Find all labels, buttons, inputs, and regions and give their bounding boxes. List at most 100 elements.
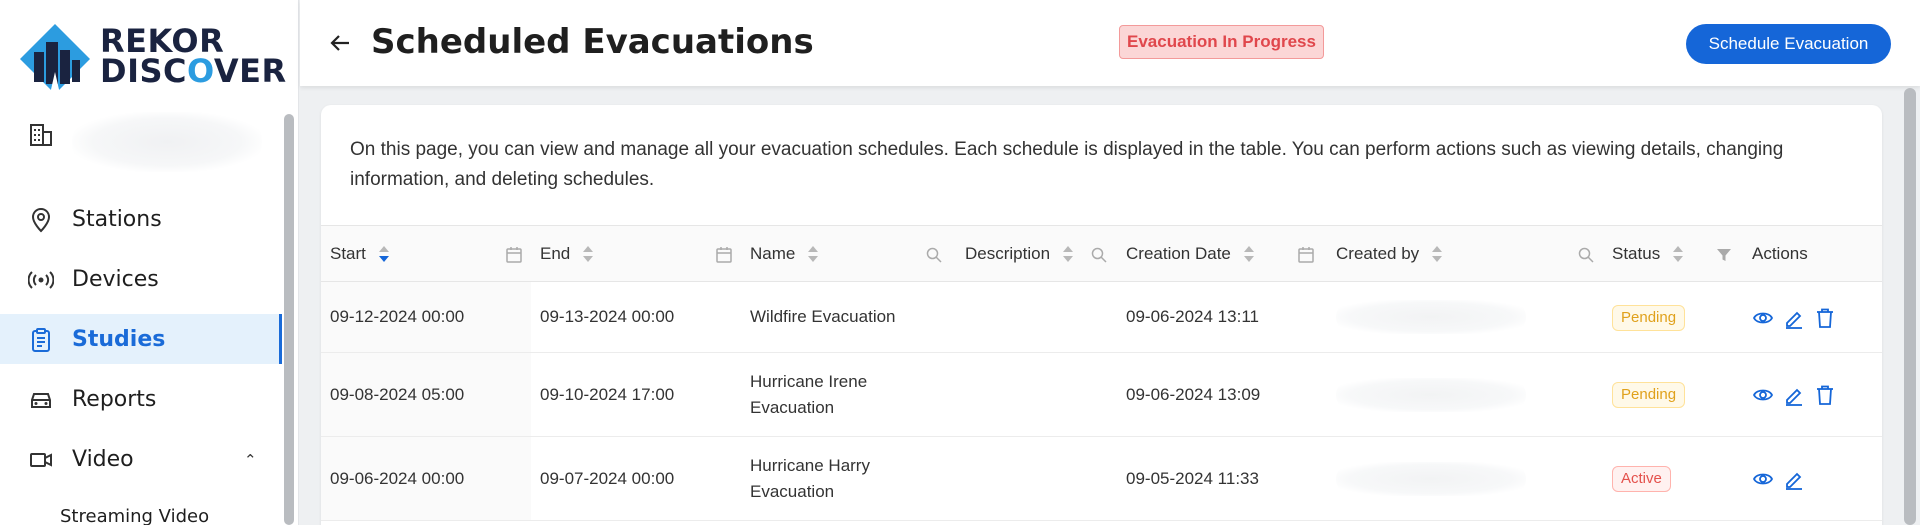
cell-name: Hurricane Harry Evacuation — [741, 436, 956, 521]
cell-status: Active — [1603, 436, 1743, 521]
brand-line-2: DISCOVER — [100, 55, 287, 87]
brand-logo[interactable]: REKOR DISCOVER — [18, 22, 288, 94]
column-label: Name — [750, 243, 796, 263]
created-by-redacted — [1336, 461, 1526, 496]
sort-icon[interactable] — [1431, 246, 1442, 263]
brand-letter: C — [163, 52, 187, 90]
cell-end: 09-10-2024 17:00 — [531, 352, 741, 437]
sidebar-item-studies[interactable]: Studies — [0, 314, 282, 364]
column-header-name[interactable]: Name — [741, 225, 956, 282]
cell-creation-date: 09-05-2024 11:33 — [1117, 436, 1327, 521]
cell-start: 09-06-2024 00:00 — [321, 436, 531, 521]
cell-description — [956, 436, 1117, 521]
brand-mark-icon — [20, 24, 90, 94]
created-by-redacted — [1336, 300, 1526, 334]
sort-icon[interactable] — [808, 246, 819, 263]
cell-start: 09-12-2024 00:00 — [321, 281, 531, 353]
column-label: Start — [330, 243, 366, 263]
calendar-icon[interactable] — [715, 246, 733, 264]
sidebar-subitem-streaming-video[interactable]: Streaming Video — [60, 506, 209, 525]
page-header: Scheduled Evacuations Evacuation In Prog… — [300, 0, 1920, 86]
sort-icon[interactable] — [1062, 246, 1073, 263]
schedule-evacuation-button[interactable]: Schedule Evacuation — [1686, 24, 1891, 64]
column-header-creation-date[interactable]: Creation Date — [1117, 225, 1327, 282]
brand-letter: I — [127, 52, 140, 90]
cell-description — [956, 352, 1117, 437]
location-pin-icon — [31, 207, 51, 233]
view-eye-icon[interactable] — [1752, 307, 1774, 329]
cell-status: Pending — [1603, 352, 1743, 437]
calendar-icon[interactable] — [1297, 246, 1315, 264]
created-by-redacted — [1336, 377, 1526, 412]
column-label: Description — [965, 243, 1051, 263]
brand-letter: D — [100, 52, 128, 90]
sort-icon[interactable] — [1243, 246, 1254, 263]
view-eye-icon[interactable] — [1752, 468, 1774, 490]
sidebar-scrollbar[interactable] — [284, 114, 294, 525]
chevron-up-icon[interactable]: ⌃ — [244, 451, 257, 469]
search-icon[interactable] — [925, 246, 943, 264]
column-label: Status — [1612, 243, 1661, 263]
brand-letter: S — [139, 52, 164, 90]
back-arrow-icon[interactable] — [327, 30, 353, 56]
organization-name-redacted — [72, 112, 262, 172]
cell-end: 09-13-2024 00:00 — [531, 281, 741, 353]
column-header-description[interactable]: Description — [956, 225, 1117, 282]
table-row[interactable]: 09-06-2024 00:00 09-07-2024 00:00 Hurric… — [321, 436, 1882, 521]
column-header-status[interactable]: Status — [1603, 225, 1743, 282]
sidebar-item-video[interactable]: Video ⌃ — [0, 434, 282, 484]
intro-text: On this page, you can view and manage al… — [350, 139, 1784, 190]
organization-selector[interactable] — [28, 112, 268, 172]
sidebar-item-devices[interactable]: Devices — [0, 254, 282, 304]
edit-pencil-icon[interactable] — [1783, 384, 1805, 406]
brand-wordmark: REKOR DISCOVER — [100, 25, 287, 87]
brand-letter: R — [261, 52, 287, 90]
evacuation-status-banner: Evacuation In Progress — [1119, 25, 1324, 59]
cell-created-by — [1327, 281, 1603, 353]
sort-icon[interactable] — [378, 246, 389, 263]
cell-description — [956, 281, 1117, 353]
edit-pencil-icon[interactable] — [1783, 307, 1805, 329]
column-header-end[interactable]: End — [531, 225, 741, 282]
cell-creation-date: 09-06-2024 13:09 — [1117, 352, 1327, 437]
sidebar-item-stations[interactable]: Stations — [0, 194, 282, 244]
table-header-row: Start End Name Description Creation Date… — [321, 225, 1882, 282]
column-header-start[interactable]: Start — [321, 225, 531, 282]
search-icon[interactable] — [1577, 246, 1595, 264]
status-badge: Active — [1612, 466, 1671, 492]
sort-icon[interactable] — [1672, 246, 1683, 263]
cell-end: 09-07-2024 00:00 — [531, 436, 741, 521]
page-title: Scheduled Evacuations — [371, 22, 814, 62]
delete-trash-icon[interactable] — [1814, 307, 1836, 329]
car-icon — [31, 393, 51, 408]
cell-created-by — [1327, 352, 1603, 437]
search-icon[interactable] — [1090, 246, 1108, 264]
status-badge: Pending — [1612, 382, 1686, 408]
view-eye-icon[interactable] — [1752, 384, 1774, 406]
cell-name: Hurricane Irene Evacuation — [741, 352, 956, 437]
column-label: Actions — [1752, 243, 1808, 263]
cell-start: 09-08-2024 05:00 — [321, 352, 531, 437]
table-row[interactable]: 09-12-2024 00:00 09-13-2024 00:00 Wildfi… — [321, 281, 1882, 353]
sort-icon[interactable] — [582, 246, 593, 263]
edit-pencil-icon[interactable] — [1783, 468, 1805, 490]
brand-letter: V — [213, 52, 240, 90]
sidebar-item-label: Reports — [72, 386, 157, 412]
column-header-actions: Actions — [1743, 225, 1882, 282]
main-scrollbar[interactable] — [1904, 88, 1916, 525]
cell-actions — [1743, 352, 1882, 437]
delete-trash-icon[interactable] — [1814, 384, 1836, 406]
column-header-created-by[interactable]: Created by — [1327, 225, 1603, 282]
status-badge: Pending — [1612, 304, 1686, 331]
filter-icon[interactable] — [1715, 246, 1733, 264]
sidebar: REKOR DISCOVER Stations Devices Studies … — [0, 0, 299, 525]
clipboard-icon — [32, 328, 50, 352]
column-label: Created by — [1336, 243, 1420, 263]
building-icon — [30, 124, 52, 146]
cell-status: Pending — [1603, 281, 1743, 353]
sidebar-item-reports[interactable]: Reports — [0, 374, 282, 424]
evacuations-table: Start End Name Description Creation Date… — [321, 225, 1882, 521]
calendar-icon[interactable] — [505, 246, 523, 264]
column-label: Creation Date — [1126, 243, 1231, 263]
table-row[interactable]: 09-08-2024 05:00 09-10-2024 17:00 Hurric… — [321, 352, 1882, 437]
